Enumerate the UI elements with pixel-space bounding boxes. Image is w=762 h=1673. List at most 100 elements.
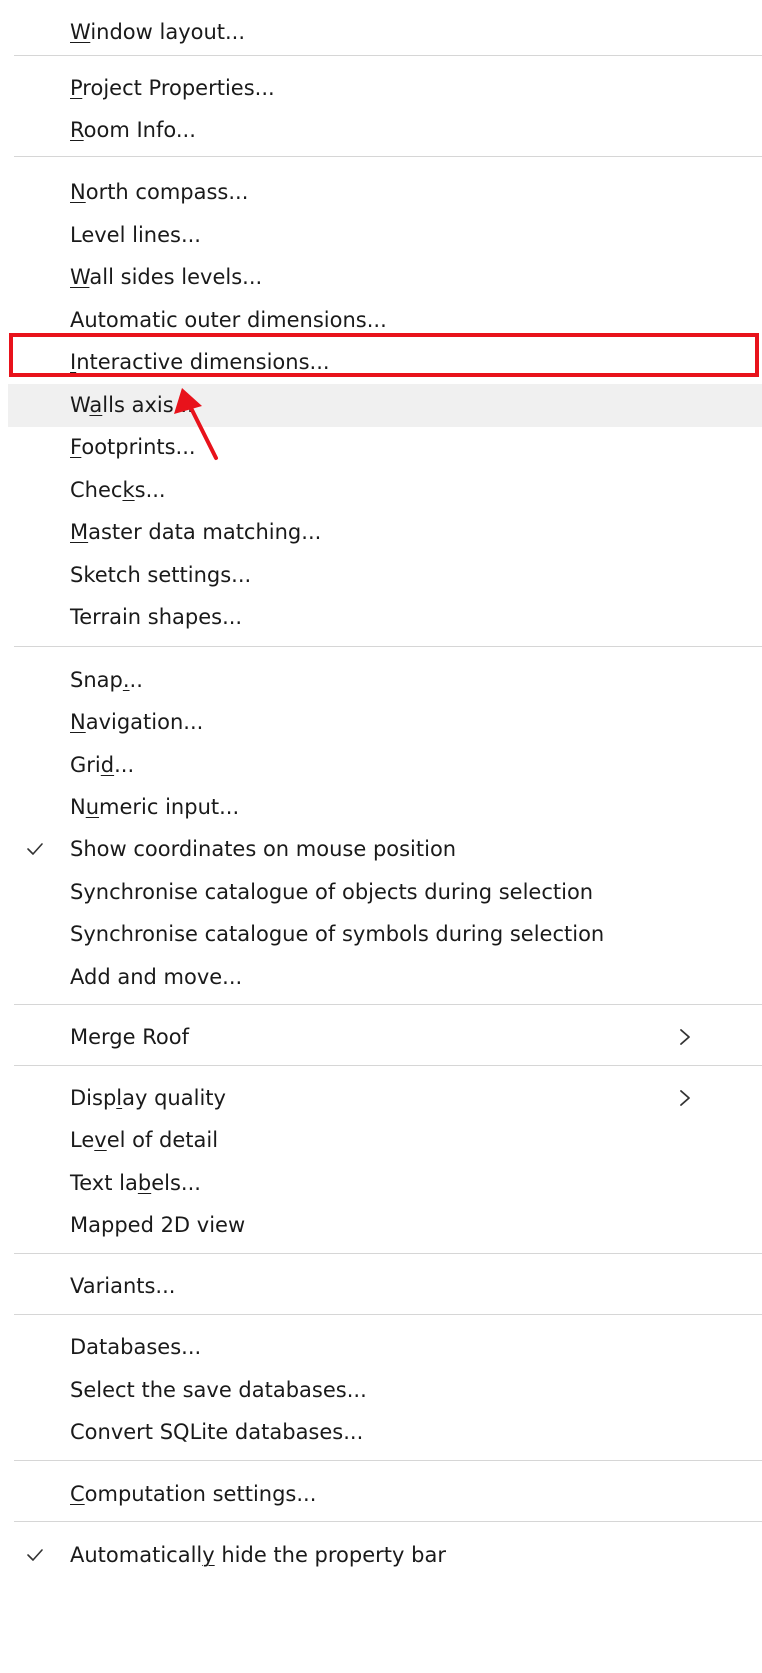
menu-separator — [14, 156, 762, 157]
menu-item-label: Grid... — [70, 744, 134, 787]
menu-item-project-properties[interactable]: Project Properties... — [8, 67, 762, 110]
menu-item-synchronise-catalogue-of-objects-during-selection[interactable]: Synchronise catalogue of objects during … — [8, 871, 762, 914]
label-text: W — [70, 393, 90, 417]
access-key: N — [70, 710, 86, 734]
menu-item-checks[interactable]: Checks... — [8, 469, 762, 512]
label-text: Text la — [70, 1171, 138, 1195]
menu-item-label: Snap... — [70, 659, 143, 702]
menu-item-snap[interactable]: Snap... — [8, 659, 762, 702]
menu-item-window-layout[interactable]: Window layout... — [8, 11, 762, 54]
label-text: orth compass... — [85, 180, 249, 204]
menu-item-text-labels[interactable]: Text labels... — [8, 1162, 762, 1205]
label-text: Terrain shapes... — [70, 605, 243, 629]
menu-item-merge-roof[interactable]: Merge Roof — [8, 1016, 762, 1059]
menu-item-label: Project Properties... — [70, 67, 275, 110]
menu-item-label: Display quality — [70, 1077, 226, 1120]
menu-item-mapped-2d-view[interactable]: Mapped 2D view — [8, 1204, 762, 1247]
menu-item-display-quality[interactable]: Display quality — [8, 1077, 762, 1120]
menu-item-grid[interactable]: Grid... — [8, 744, 762, 787]
label-text: Select the save databases... — [70, 1378, 367, 1402]
annotation-arrow-icon — [174, 388, 218, 460]
menu-item-room-info[interactable]: Room Info... — [8, 109, 762, 152]
label-text: Show coordinates on mouse position — [70, 837, 457, 861]
menu-item-label: Checks... — [70, 469, 166, 512]
menu-item-label: Databases... — [70, 1326, 201, 1369]
menu-item-level-of-detail[interactable]: Level of detail — [8, 1119, 762, 1162]
label-text: omputation settings... — [84, 1482, 317, 1506]
menu-item-navigation[interactable]: Navigation... — [8, 701, 762, 744]
access-key: y — [202, 1543, 215, 1567]
menu-item-footprints[interactable]: Footprints... — [8, 426, 762, 469]
access-key: C — [70, 1482, 85, 1506]
menu-item-select-the-save-databases[interactable]: Select the save databases... — [8, 1369, 762, 1412]
menu-item-add-and-move[interactable]: Add and move... — [8, 956, 762, 999]
menu-item-show-coordinates-on-mouse-position[interactable]: Show coordinates on mouse position — [8, 828, 762, 871]
menu-item-convert-sqlite-databases[interactable]: Convert SQLite databases... — [8, 1411, 762, 1454]
menu-item-master-data-matching[interactable]: Master data matching... — [8, 511, 762, 554]
access-key: d — [100, 753, 115, 777]
menu-item-synchronise-catalogue-of-symbols-during-selection[interactable]: Synchronise catalogue of symbols during … — [8, 913, 762, 956]
access-key: k — [122, 478, 135, 502]
menu-item-label: North compass... — [70, 171, 248, 214]
label-text: Merge Roof — [70, 1025, 189, 1049]
context-menu: Window layout... Project Properties... Roo… — [0, 0, 762, 1673]
menu-item-label: Automatically hide the property bar — [70, 1534, 446, 1577]
menu-separator — [14, 1521, 762, 1522]
menu-item-automatically-hide-the-property-bar[interactable]: Automatically hide the property bar — [8, 1534, 762, 1577]
menu-item-label: Add and move... — [70, 956, 242, 999]
menu-item-label: Synchronise catalogue of objects during … — [70, 871, 593, 914]
label-text: Automatic outer dimensions... — [70, 308, 387, 332]
label-text: Synchronise catalogue of symbols during … — [70, 922, 605, 946]
annotation-highlight-box — [9, 333, 759, 377]
menu-item-numeric-input[interactable]: Numeric input... — [8, 786, 762, 829]
menu-item-label: Wall sides levels... — [70, 256, 262, 299]
menu-item-terrain-shapes[interactable]: Terrain shapes... — [8, 596, 762, 639]
menu-separator — [14, 1004, 762, 1005]
menu-item-north-compass[interactable]: North compass... — [8, 171, 762, 214]
menu-item-variants[interactable]: Variants... — [8, 1265, 762, 1308]
access-key: v — [94, 1128, 107, 1152]
menu-item-label: Select the save databases... — [70, 1369, 367, 1412]
label-text: Mapped 2D view — [70, 1213, 246, 1237]
access-key: . — [122, 668, 130, 692]
label-text: meric input... — [99, 795, 240, 819]
label-text: oom Info... — [83, 118, 196, 142]
label-text: all sides levels... — [89, 265, 263, 289]
menu-item-label: Variants... — [70, 1265, 175, 1308]
access-key: W — [70, 265, 90, 289]
menu-separator — [14, 646, 762, 647]
access-key: a — [89, 393, 103, 417]
label-text: ... — [114, 753, 135, 777]
menu-item-label: Text labels... — [70, 1162, 201, 1205]
menu-item-label: Navigation... — [70, 701, 203, 744]
label-text: hide the property bar — [214, 1543, 446, 1567]
label-text: els... — [151, 1171, 201, 1195]
menu-separator — [14, 55, 762, 56]
menu-item-computation-settings[interactable]: Computation settings... — [8, 1473, 762, 1516]
menu-item-label: Synchronise catalogue of symbols during … — [70, 913, 604, 956]
label-text: N — [70, 795, 86, 819]
menu-item-label: Mapped 2D view — [70, 1204, 245, 1247]
label-text: Chec — [70, 478, 123, 502]
access-key: F — [70, 435, 82, 459]
menu-item-walls-axis[interactable]: Walls axis... — [8, 384, 762, 427]
access-key: u — [85, 795, 100, 819]
menu-item-sketch-settings[interactable]: Sketch settings... — [8, 554, 762, 597]
menu-item-label: Merge Roof — [70, 1016, 189, 1059]
menu-item-label: Master data matching... — [70, 511, 321, 554]
menu-item-label: Window layout... — [70, 11, 245, 54]
label-text: Le — [70, 1128, 95, 1152]
menu-item-level-lines[interactable]: Level lines... — [8, 214, 762, 257]
checkmark-icon — [27, 1549, 43, 1561]
chevron-right-icon — [680, 1090, 690, 1106]
menu-item-wall-sides-levels[interactable]: Wall sides levels... — [8, 256, 762, 299]
label-text: indow layout... — [90, 20, 246, 44]
menu-item-label: Terrain shapes... — [70, 596, 242, 639]
access-key: P — [70, 76, 83, 100]
access-key: R — [70, 118, 84, 142]
label-text: avigation... — [85, 710, 204, 734]
label-text: Synchronise catalogue of objects during … — [70, 880, 594, 904]
menu-item-databases[interactable]: Databases... — [8, 1326, 762, 1369]
label-text: Automaticall — [70, 1543, 203, 1567]
checkmark-icon — [27, 843, 43, 855]
